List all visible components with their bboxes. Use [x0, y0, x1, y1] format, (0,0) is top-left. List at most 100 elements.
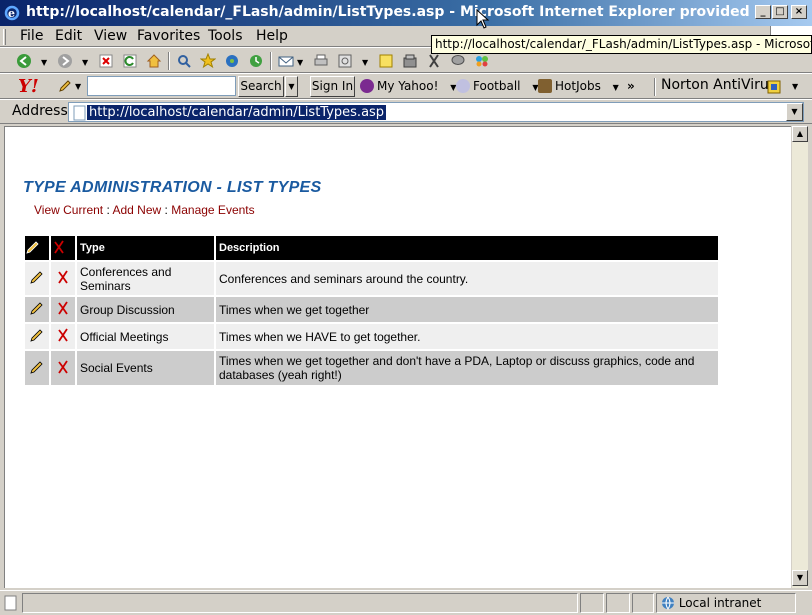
mail-dropdown-icon[interactable]: ▼	[297, 58, 303, 67]
description-cell: Times when we get together and don't hav…	[216, 351, 718, 385]
edit-cell[interactable]	[25, 324, 49, 349]
edit-dropdown-icon[interactable]: ▼	[362, 58, 368, 67]
status-pane	[606, 593, 630, 613]
home-icon[interactable]	[146, 53, 162, 69]
pencil-icon[interactable]	[29, 327, 45, 343]
menu-file[interactable]: File	[20, 28, 43, 44]
yahoo-search-button[interactable]: Search	[238, 76, 284, 97]
yahoo-edit-dropdown-icon[interactable]: ▼	[75, 82, 81, 91]
edit-cell[interactable]	[25, 297, 49, 322]
address-url[interactable]: http://localhost/calendar/admin/ListType…	[87, 105, 387, 120]
norton-dropdown-icon[interactable]: ▼	[792, 82, 798, 91]
security-zone-label: Local intranet	[678, 596, 762, 610]
back-dropdown-icon[interactable]: ▼	[41, 58, 47, 67]
favorites-star-icon[interactable]	[200, 53, 216, 69]
delete-x-icon[interactable]	[55, 327, 71, 343]
msn-butterfly-icon[interactable]	[474, 53, 490, 69]
manage-events-link[interactable]: Manage Events	[171, 203, 254, 217]
description-cell: Times when we HAVE to get together.	[216, 324, 718, 349]
norton-antivirus-label: Norton AntiVirus	[661, 77, 777, 93]
toolbar-overflow-chevron-icon[interactable]: »	[627, 79, 635, 93]
table-row: Conferences and Seminars Conferences and…	[25, 262, 718, 295]
type-cell: Conferences and Seminars	[77, 262, 214, 295]
table-row: Social Events Times when we get together…	[25, 351, 718, 385]
add-new-link[interactable]: Add New	[113, 203, 162, 217]
delete-cell[interactable]	[51, 324, 75, 349]
pencil-icon[interactable]	[29, 359, 45, 375]
pencil-icon[interactable]	[29, 300, 45, 316]
toolbar-grip[interactable]	[3, 29, 6, 45]
messenger-icon[interactable]	[402, 53, 418, 69]
toolbar-separator	[168, 52, 170, 70]
status-pane	[580, 593, 604, 613]
page-status-icon	[4, 595, 17, 611]
pencil-icon	[26, 240, 39, 254]
edit-icon[interactable]	[337, 53, 353, 69]
search-icon[interactable]	[176, 53, 192, 69]
address-input[interactable]: http://localhost/calendar/admin/ListType…	[68, 102, 804, 122]
discuss-icon[interactable]	[378, 53, 394, 69]
admin-nav: View Current : Add New : Manage Events	[34, 203, 255, 217]
type-column-header: Type	[77, 236, 214, 260]
svg-text:e: e	[8, 7, 15, 20]
norton-shield-icon[interactable]	[766, 79, 782, 95]
pencil-icon[interactable]	[29, 269, 45, 285]
research-icon[interactable]	[426, 53, 442, 69]
close-button[interactable]: ×	[791, 5, 807, 19]
description-cell: Conferences and seminars around the coun…	[216, 262, 718, 295]
pencil-icon[interactable]	[58, 79, 72, 93]
delete-cell[interactable]	[51, 262, 75, 295]
yahoo-link-football[interactable]: Football ▼	[456, 79, 539, 93]
yahoo-signin-button[interactable]: Sign In	[310, 76, 355, 97]
nav-separator: :	[106, 203, 110, 217]
security-zone-pane: Local intranet	[656, 593, 796, 613]
minimize-button[interactable]: _	[755, 5, 771, 19]
edit-cell[interactable]	[25, 262, 49, 295]
delete-x-icon[interactable]	[55, 359, 71, 375]
delete-cell[interactable]	[51, 351, 75, 385]
delete-cell[interactable]	[51, 297, 75, 322]
status-bar: Local intranet	[0, 590, 812, 615]
chat-bubble-icon[interactable]	[450, 53, 466, 69]
table-header-row: Type Description	[25, 236, 718, 260]
scroll-up-icon[interactable]: ▲	[792, 126, 808, 142]
yahoo-logo[interactable]: Y!	[18, 76, 39, 97]
yahoo-search-dropdown[interactable]: ▼	[285, 76, 298, 97]
tooltip: http://localhost/calendar/_FLash/admin/L…	[431, 35, 812, 54]
yahoo-search-input[interactable]	[87, 76, 236, 96]
delete-column-header	[51, 236, 75, 260]
status-pane	[632, 593, 654, 613]
table-row: Group Discussion Times when we get toget…	[25, 297, 718, 322]
refresh-icon[interactable]	[122, 53, 138, 69]
page-icon	[73, 105, 86, 121]
menu-edit[interactable]: Edit	[55, 28, 82, 44]
page-title: TYPE ADMINISTRATION - LIST TYPES	[23, 179, 322, 196]
maximize-button[interactable]: □	[772, 5, 788, 19]
yahoo-link-hotjobs[interactable]: HotJobs ▼	[538, 79, 619, 93]
edit-cell[interactable]	[25, 351, 49, 385]
scroll-down-icon[interactable]: ▼	[792, 570, 808, 586]
stop-icon[interactable]	[98, 53, 114, 69]
view-current-link[interactable]: View Current	[34, 203, 103, 217]
print-icon[interactable]	[313, 53, 329, 69]
vertical-scrollbar[interactable]: ▲ ▼	[791, 126, 808, 588]
menu-favorites[interactable]: Favorites	[137, 28, 200, 44]
forward-icon[interactable]	[57, 53, 73, 69]
hotjobs-icon	[538, 79, 552, 93]
yahoo-link-my-yahoo[interactable]: My Yahoo! ▼	[360, 79, 456, 93]
type-cell: Social Events	[77, 351, 214, 385]
nav-separator: :	[164, 203, 168, 217]
address-dropdown-icon[interactable]: ▼	[786, 103, 803, 121]
media-icon[interactable]	[224, 53, 240, 69]
delete-x-icon[interactable]	[55, 300, 71, 316]
menu-help[interactable]: Help	[256, 28, 288, 44]
back-icon[interactable]	[16, 53, 32, 69]
forward-dropdown-icon[interactable]: ▼	[82, 58, 88, 67]
history-icon[interactable]	[248, 53, 264, 69]
type-cell: Group Discussion	[77, 297, 214, 322]
menu-tools[interactable]: Tools	[208, 28, 243, 44]
delete-x-icon[interactable]	[55, 269, 71, 285]
intranet-globe-icon	[662, 596, 674, 610]
mail-icon[interactable]	[278, 53, 294, 69]
menu-view[interactable]: View	[94, 28, 127, 44]
